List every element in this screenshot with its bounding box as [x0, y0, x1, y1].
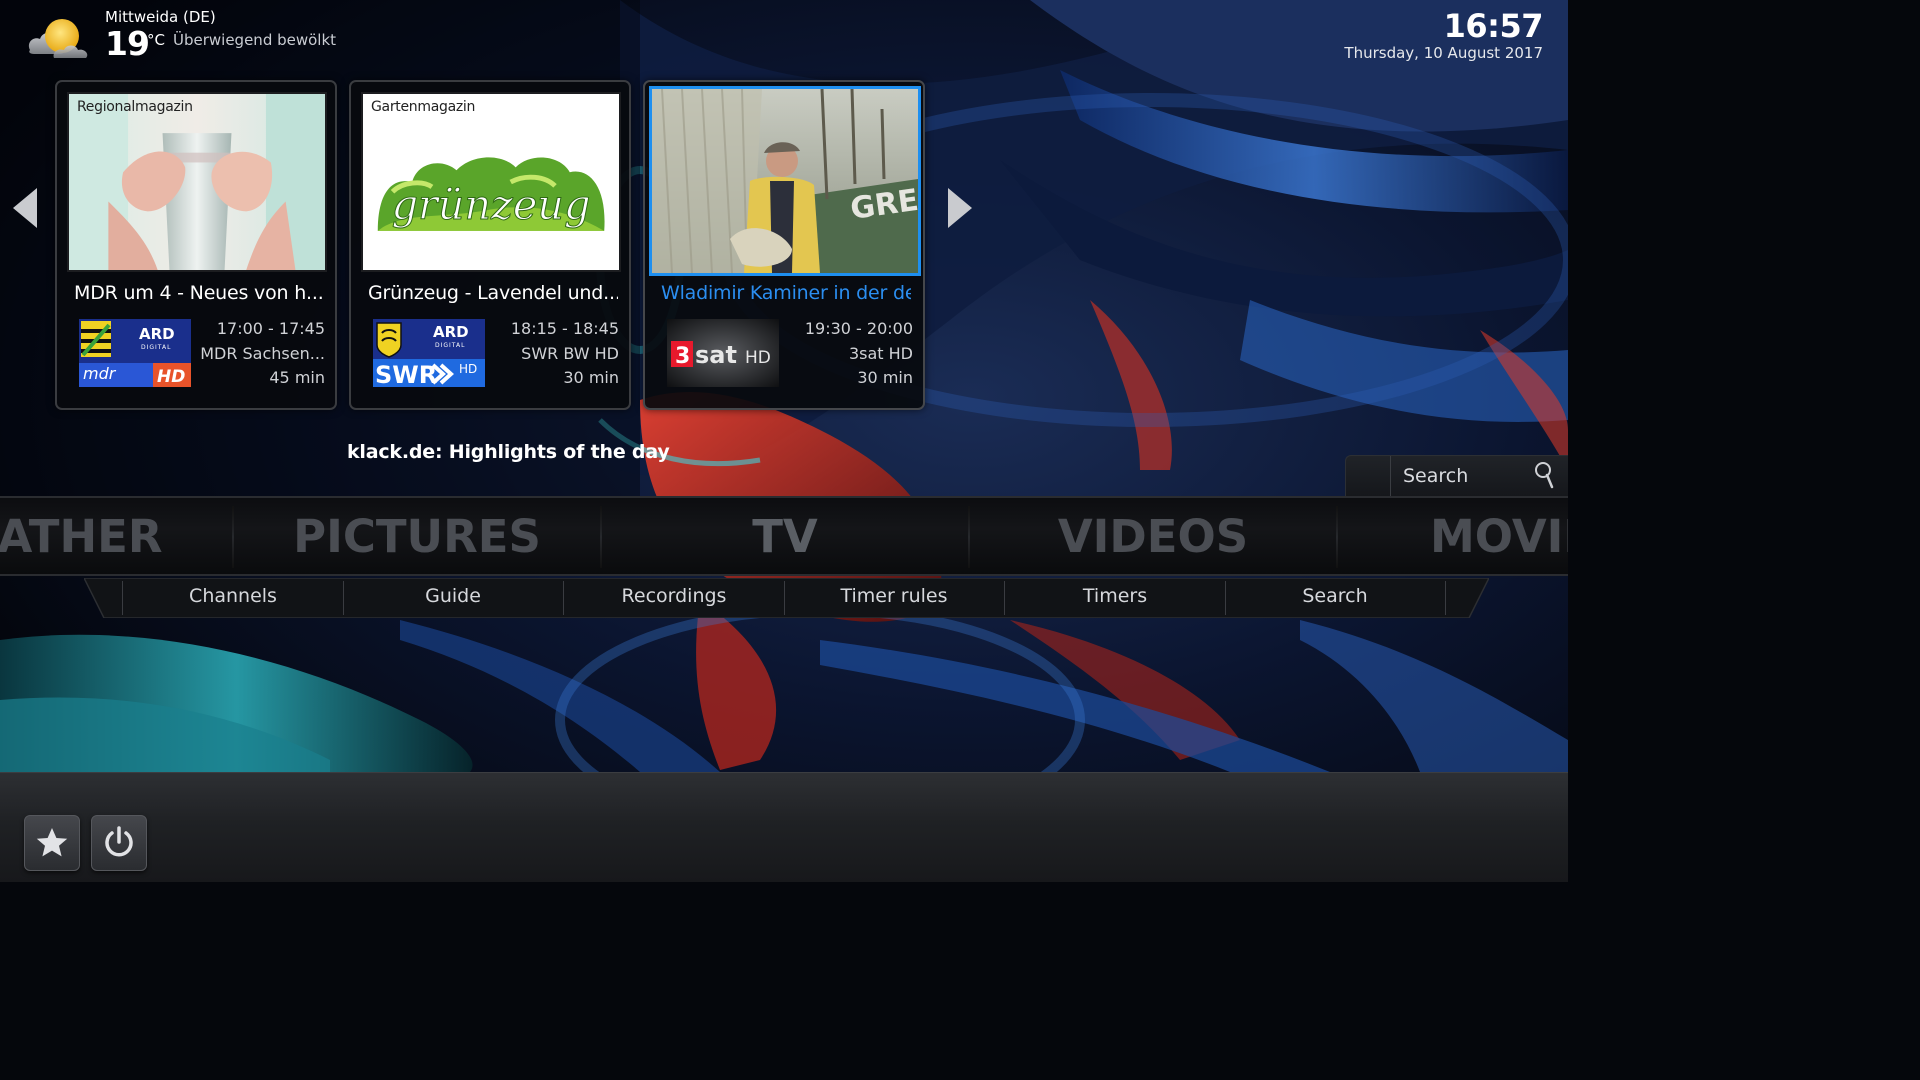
logo-text-hd: HD: [745, 348, 771, 368]
logo-text-ard: ARD: [139, 325, 175, 343]
submenu-item-timer-rules[interactable]: Timer rules: [794, 585, 994, 607]
thumbnail-logo-text: grünzeug: [392, 181, 591, 229]
submenu-item-search[interactable]: Search: [1235, 585, 1435, 607]
star-icon: [36, 828, 68, 857]
thumbnail-caption: Gartenmagazin: [371, 99, 476, 115]
program-channel: 3sat HD: [848, 343, 913, 363]
main-menu-item-weather[interactable]: ATHER: [0, 498, 200, 574]
submenu-item-recordings[interactable]: Recordings: [574, 585, 774, 607]
power-icon: [105, 826, 133, 857]
program-duration: 45 min: [269, 368, 325, 387]
bottom-bar: [0, 772, 1568, 882]
submenu-item-guide[interactable]: Guide: [353, 585, 553, 607]
program-time: 19:30 - 20:00: [804, 319, 913, 338]
search-label: Search: [1403, 465, 1469, 487]
logo-text-mdr: mdr: [83, 364, 117, 383]
weather-temperature: 19: [105, 24, 150, 63]
submenu-divider: [1004, 581, 1005, 615]
main-menu: ATHER PICTURES TV VIDEOS MOVIE: [0, 496, 1568, 576]
logo-text-3: 3: [675, 344, 690, 369]
main-menu-item-tv[interactable]: TV: [602, 498, 968, 574]
program-time: 17:00 - 17:45: [216, 319, 325, 338]
submenu: Channels Guide Recordings Timer rules Ti…: [84, 578, 1489, 618]
power-button[interactable]: [91, 815, 147, 871]
program-schedule: 19:30 - 20:00 3sat HD 30 min: [805, 317, 913, 391]
logo-text-digital: DIGITAL: [141, 344, 171, 351]
mdr-sachsen-hd-logo: ARD DIGITAL mdr HD: [79, 319, 191, 387]
search-icon: [1535, 462, 1554, 489]
submenu-item-channels[interactable]: Channels: [133, 585, 333, 607]
logo-text-sat: sat: [695, 341, 737, 369]
program-duration: 30 min: [563, 368, 619, 387]
home-screen: Mittweida (DE) 19 °C Überwiegend bewölkt…: [0, 0, 1568, 882]
scroll-right-arrow-icon[interactable]: [946, 186, 974, 230]
weather-widget[interactable]: Mittweida (DE) 19 °C Überwiegend bewölkt: [24, 6, 384, 66]
program-thumbnail: grünzeug Gartenmagazin: [361, 92, 621, 272]
logo-text-swr: SWR: [375, 361, 437, 387]
clock: 16:57 Thursday, 10 August 2017: [1344, 8, 1543, 62]
submenu-divider: [343, 581, 344, 615]
program-time: 18:15 - 18:45: [510, 319, 619, 338]
program-duration: 30 min: [857, 368, 913, 387]
scroll-left-arrow-icon[interactable]: [11, 186, 39, 230]
program-title: Grünzeug - Lavendel und...: [368, 282, 618, 304]
submenu-divider: [1225, 581, 1226, 615]
main-menu-item-pictures[interactable]: PICTURES: [234, 498, 600, 574]
search-button[interactable]: Search: [1345, 455, 1568, 498]
swr-bw-hd-logo: ARD DIGITAL SWR HD: [373, 319, 485, 387]
logo-text-hd: HD: [157, 367, 185, 387]
submenu-divider: [122, 581, 123, 615]
spotlight-card[interactable]: grünzeug Gartenmagazin Grünzeug - Lavend…: [349, 80, 631, 410]
program-title: Wladimir Kaminer in der de: [661, 282, 911, 304]
thumbnail-caption: Regionalmagazin: [77, 99, 193, 115]
submenu-divider: [784, 581, 785, 615]
program-schedule: 18:15 - 18:45 SWR BW HD 30 min: [511, 317, 619, 391]
logo-text-hd: HD: [459, 362, 477, 376]
program-thumbnail: GRE: [649, 86, 921, 276]
partly-cloudy-sun-icon: [28, 19, 88, 58]
clock-time: 16:57: [1443, 7, 1544, 45]
search-divider: [1390, 456, 1391, 498]
program-channel: MDR Sachsen...: [200, 343, 325, 363]
logo-text-ard: ARD: [433, 323, 469, 341]
clock-date: Thursday, 10 August 2017: [1344, 44, 1543, 62]
program-thumbnail: Regionalmagazin: [67, 92, 327, 272]
3sat-hd-logo: 3 sat HD: [667, 319, 779, 387]
submenu-divider: [563, 581, 564, 615]
submenu-item-timers[interactable]: Timers: [1015, 585, 1215, 607]
weather-unit: °C: [147, 31, 165, 49]
favourites-button[interactable]: [24, 815, 80, 871]
spotlight-heading: klack.de: Highlights of the day: [347, 441, 670, 463]
submenu-divider: [1445, 581, 1446, 615]
weather-condition: Überwiegend bewölkt: [173, 31, 337, 49]
logo-text-digital: DIGITAL: [435, 342, 465, 349]
program-channel: SWR BW HD: [521, 343, 619, 363]
spotlight-card[interactable]: Regionalmagazin MDR um 4 - Neues von h..…: [55, 80, 337, 410]
main-menu-item-videos[interactable]: VIDEOS: [970, 498, 1336, 574]
program-schedule: 17:00 - 17:45 MDR Sachsen... 45 min: [200, 317, 325, 391]
main-menu-item-movies[interactable]: MOVIE: [1338, 498, 1568, 574]
spotlight-card-selected[interactable]: GRE Wladimir Kaminer in der de 3 sat HD: [643, 80, 925, 410]
program-title: MDR um 4 - Neues von h...: [74, 282, 324, 304]
